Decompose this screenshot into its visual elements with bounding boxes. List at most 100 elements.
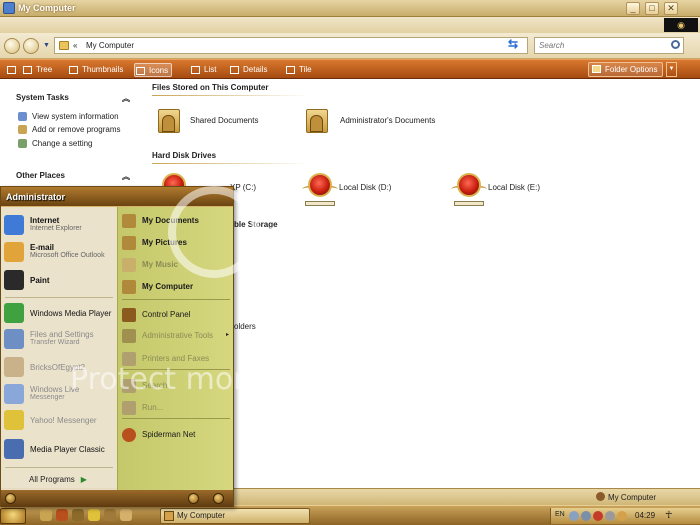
search-icon — [122, 379, 136, 393]
shared-documents-label: Shared Documents — [190, 116, 259, 125]
places-search[interactable]: Search — [122, 378, 232, 394]
places-administrative-tools[interactable]: Administrative Tools ▸ — [122, 328, 232, 344]
places-my-computer[interactable]: My Computer — [122, 279, 232, 295]
start-menu-separator — [5, 297, 113, 298]
close-button[interactable]: ✕ — [664, 2, 678, 15]
start-button[interactable] — [0, 508, 26, 524]
panel-icon — [7, 66, 16, 74]
forward-button[interactable] — [23, 38, 39, 54]
drive-d-label: Local Disk (D:) — [339, 183, 392, 192]
all-programs-button[interactable]: All Programs ▶ — [29, 475, 87, 484]
places-control-panel[interactable]: Control Panel — [122, 307, 232, 323]
folder-icon — [304, 105, 330, 135]
places-label: Search — [142, 381, 168, 390]
places-my-pictures[interactable]: My Pictures — [122, 235, 232, 251]
places-label: My Computer — [142, 282, 194, 291]
computer-icon — [122, 280, 136, 294]
quick-launch-media-icon[interactable] — [120, 509, 132, 521]
history-dropdown-icon[interactable]: ▼ — [43, 42, 50, 49]
administrators-documents-item[interactable]: Administrator's Documents — [304, 105, 454, 137]
recent-yahoo-messenger[interactable]: Yahoo! Messenger — [4, 410, 114, 432]
other-places-collapse-icon[interactable]: ︽ — [122, 171, 130, 182]
submenu-arrow-icon: ▸ — [226, 332, 230, 338]
ankh-icon: ☥ — [665, 510, 673, 521]
start-menu-header: Administrator — [1, 187, 233, 207]
recent-name: BricksOfEgypt2 — [30, 363, 86, 372]
thumbnails-button[interactable]: Thumbnails — [68, 63, 123, 77]
update-icon[interactable] — [605, 511, 615, 521]
antivirus-icon[interactable] — [593, 511, 603, 521]
transfer-wizard-icon — [4, 329, 24, 349]
drive-d-usage-bar — [305, 201, 335, 206]
minimize-button[interactable]: _ — [626, 2, 640, 15]
tile-label: Tile — [299, 65, 312, 74]
recent-windows-live-messenger[interactable]: Windows Live Messenger — [4, 384, 114, 406]
places-run[interactable]: Run... — [122, 400, 232, 416]
quick-launch-messenger-icon[interactable] — [88, 509, 100, 521]
change-setting-link[interactable]: Change a setting — [18, 139, 93, 148]
search-icon[interactable] — [671, 40, 680, 49]
quick-launch-desktop-icon[interactable] — [40, 509, 52, 521]
places-printers-and-faxes[interactable]: Printers and Faxes — [122, 351, 232, 367]
pictures-icon — [122, 236, 136, 250]
all-programs-label: All Programs — [29, 475, 75, 484]
details-button[interactable]: Details — [229, 63, 267, 77]
log-off-icon[interactable] — [188, 493, 199, 504]
drive-e-item[interactable]: Local Disk (E:) — [451, 171, 591, 207]
recent-name: Media Player Classic — [30, 445, 105, 454]
quick-launch-folder-icon[interactable] — [72, 509, 84, 521]
add-remove-programs-link[interactable]: Add or remove programs — [18, 125, 120, 134]
recent-bricksofegypt2[interactable]: BricksOfEgypt2 — [4, 357, 114, 379]
start-menu-footer — [1, 490, 233, 507]
refresh-icon[interactable]: ⇆ — [502, 37, 524, 52]
system-tray: EN 04:29 ☥ — [550, 508, 700, 524]
address-field[interactable]: « My Computer — [54, 37, 528, 54]
places-spiderman-net[interactable]: Spiderman Net — [122, 427, 232, 443]
breadcrumb-chevron[interactable]: « — [73, 41, 77, 50]
drive-e-label: Local Disk (E:) — [488, 183, 541, 192]
network-icon[interactable] — [569, 511, 579, 521]
search-field[interactable] — [534, 37, 684, 54]
recent-files-and-settings[interactable]: Files and Settings Transfer Wizard — [4, 329, 114, 351]
pinned-email[interactable]: E-mail Microsoft Office Outlook — [4, 242, 114, 264]
computer-icon — [3, 2, 15, 14]
tree-button[interactable]: Tree — [22, 63, 52, 77]
power-icon[interactable] — [213, 493, 224, 504]
pinned-internet[interactable]: Internet Internet Explorer — [4, 215, 114, 237]
search-input[interactable] — [535, 38, 665, 53]
clock[interactable]: 04:29 — [635, 511, 655, 520]
tile-button[interactable]: Tile — [285, 63, 312, 77]
control-panel-icon — [18, 139, 27, 148]
task-button-my-computer[interactable]: My Computer — [160, 508, 310, 524]
start-menu: Administrator Internet Internet Explorer… — [0, 186, 234, 507]
taskbar: My Computer EN 04:29 ☥ — [0, 505, 700, 525]
view-system-info-link[interactable]: View system information — [18, 112, 119, 121]
folder-options-button[interactable]: Folder Options — [588, 62, 663, 77]
folder-options-icon — [592, 65, 601, 73]
sidebar-toggle-button[interactable] — [6, 63, 20, 77]
quick-launch-explorer-icon[interactable] — [104, 509, 116, 521]
volume-icon[interactable] — [581, 511, 591, 521]
icons-button[interactable]: Icons — [134, 63, 173, 77]
places-my-music[interactable]: My Music — [122, 257, 232, 273]
group-files-stored: Files Stored on This Computer — [152, 83, 269, 92]
system-tasks-collapse-icon[interactable]: ︽ — [122, 93, 130, 104]
options-icon[interactable] — [5, 493, 16, 504]
shared-documents-item[interactable]: Shared Documents — [156, 105, 276, 137]
places-my-documents[interactable]: My Documents — [122, 213, 232, 229]
start-menu-separator — [122, 299, 230, 300]
recent-windows-media-player[interactable]: Windows Media Player — [4, 303, 114, 325]
programs-icon — [18, 125, 27, 134]
pinned-paint[interactable]: Paint — [4, 270, 114, 292]
drive-d-item[interactable]: Local Disk (D:) — [302, 171, 442, 207]
toolbar-dropdown-button[interactable]: ▼ — [666, 62, 677, 77]
maximize-button[interactable]: □ — [645, 2, 659, 15]
group-hard-disk-drives: Hard Disk Drives — [152, 151, 217, 160]
back-button[interactable] — [4, 38, 20, 54]
language-indicator[interactable]: EN — [555, 511, 565, 518]
messenger-tray-icon[interactable] — [617, 511, 627, 521]
list-button[interactable]: List — [190, 63, 216, 77]
task-button-label: My Computer — [177, 511, 226, 520]
quick-launch-browser-icon[interactable] — [56, 509, 68, 521]
recent-media-player-classic[interactable]: Media Player Classic — [4, 439, 114, 461]
